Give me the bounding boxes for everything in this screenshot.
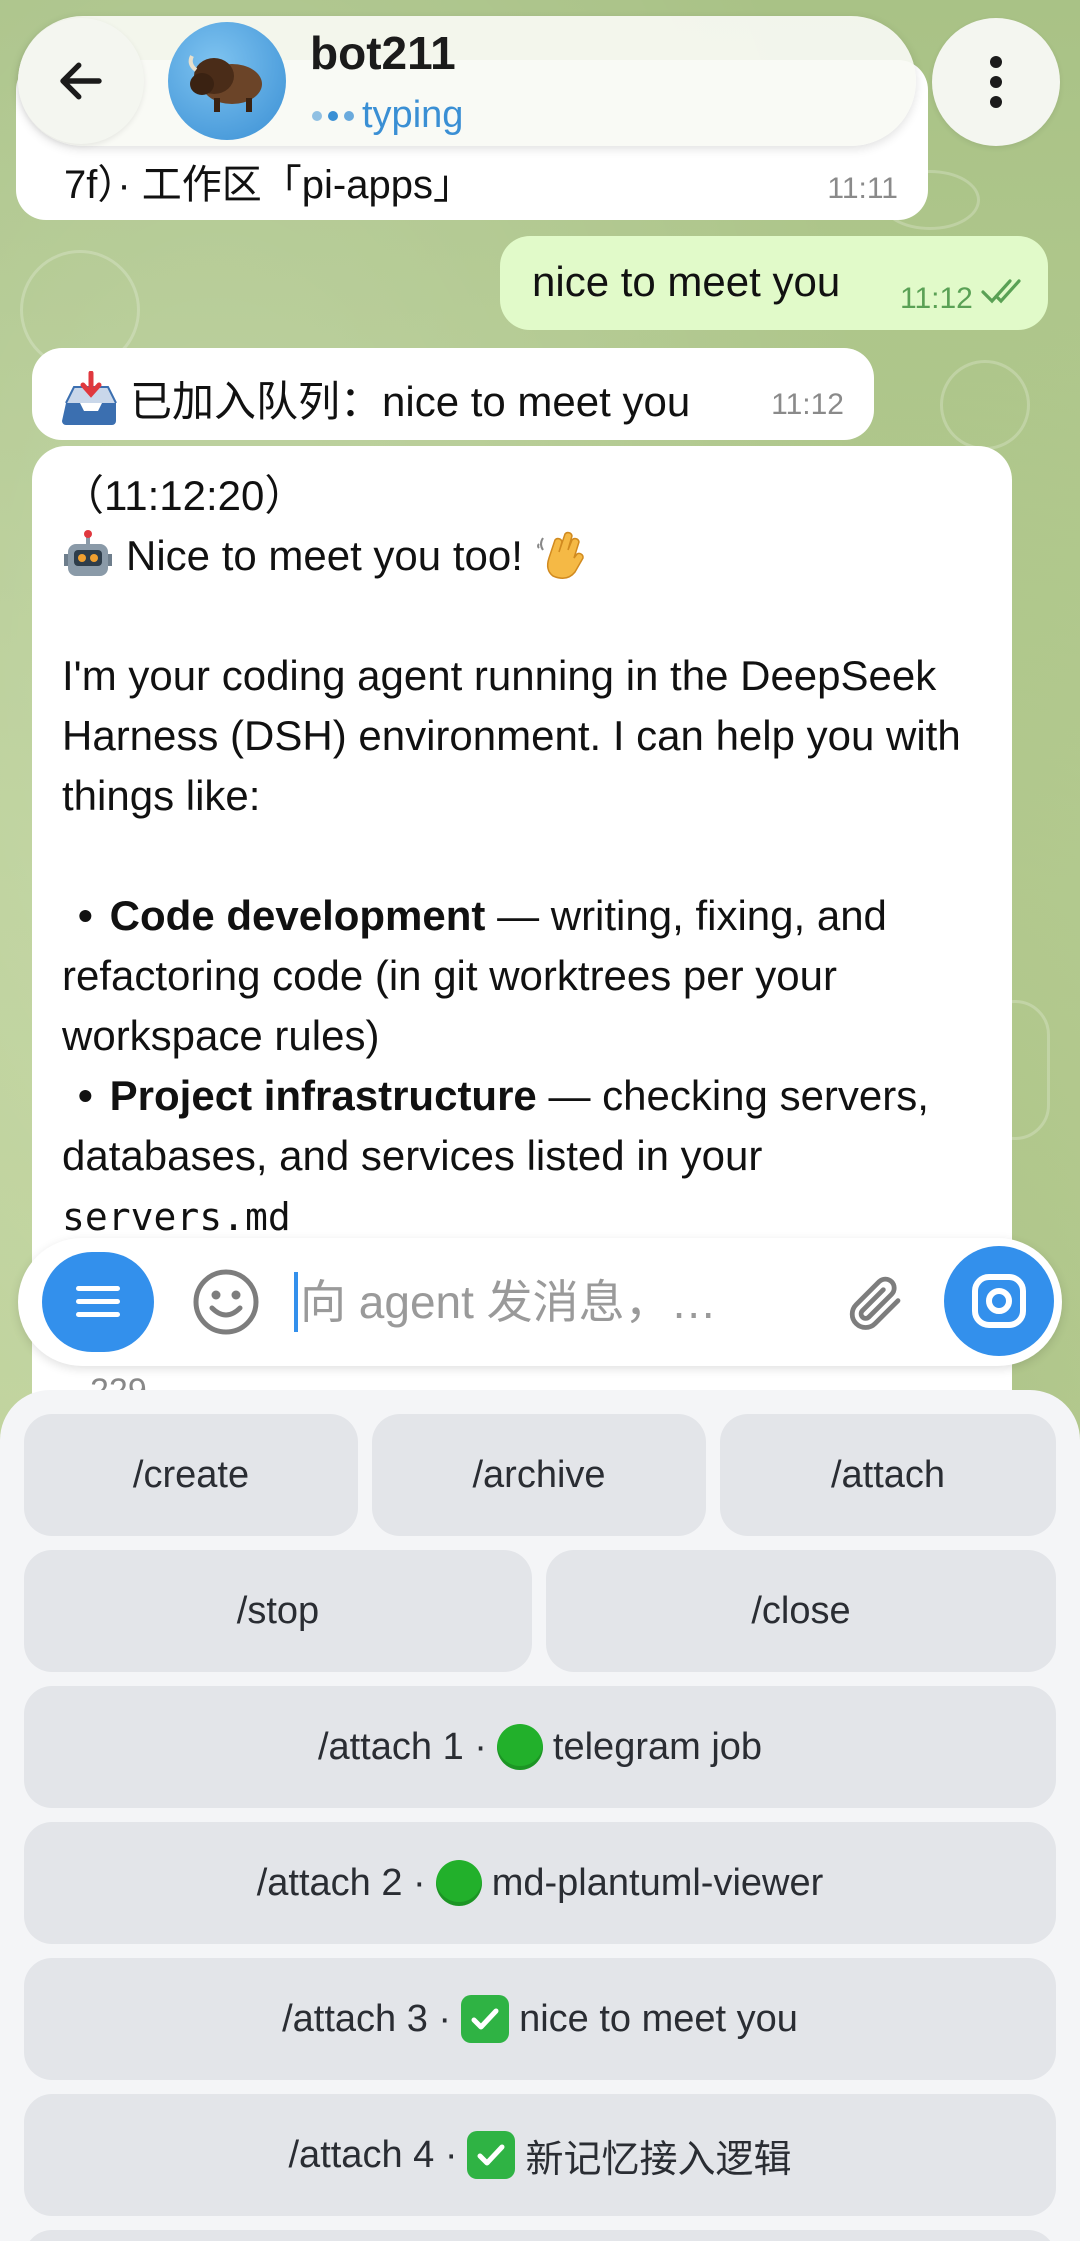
button-label: /attach 4 · [288, 2133, 458, 2176]
message-text: 已加入队列：nice to meet you [130, 378, 691, 425]
bullet-title: Project infrastructure [109, 1072, 537, 1119]
chat-header[interactable] [18, 16, 916, 146]
button-label: /attach 1 · [317, 1725, 487, 1768]
message-time: 11:12 [900, 282, 973, 315]
bullet-item: • Project infrastructure — checking serv… [62, 1066, 992, 1247]
message-composer [18, 1238, 1062, 1366]
button-label-name: nice to meet you [519, 1997, 798, 2040]
button-label-name: telegram job [552, 1725, 763, 1768]
intro-paragraph: I'm your coding agent running in the Dee… [62, 652, 961, 819]
button-label: /archive [472, 1453, 606, 1496]
bullet-dot: • [78, 1072, 93, 1119]
waving-hand-icon [536, 531, 584, 579]
command-create-button[interactable]: /create [24, 1414, 358, 1536]
robot-icon [64, 530, 112, 576]
text-cursor [294, 1272, 298, 1332]
inline-code[interactable]: servers.md [62, 1195, 291, 1239]
bullet-dot: • [78, 892, 93, 939]
queue-message: 已加入队列：nice to meet you [62, 368, 690, 429]
typing-label: typing [362, 94, 464, 136]
smile-icon [193, 1269, 259, 1335]
arrow-left-icon [60, 62, 102, 100]
avatar[interactable] [168, 22, 286, 140]
command-stop-button[interactable]: /stop [24, 1550, 532, 1672]
more-vertical-icon [990, 56, 1002, 108]
more-options-button[interactable] [932, 18, 1060, 146]
double-check-icon [981, 279, 1021, 304]
button-label-name: md-plantuml-viewer [491, 1861, 824, 1904]
button-label-name: 新记忆接入逻辑 [525, 2138, 792, 2181]
message-input[interactable] [300, 1264, 820, 1340]
button-label: /stop [236, 1589, 320, 1632]
inbox-tray-icon [62, 370, 117, 425]
typing-status: typing [312, 94, 463, 137]
bullet-item: • Code development — writing, fixing, an… [62, 886, 992, 1066]
message-timestamp: （11:12:20） [62, 472, 307, 519]
message-bubble-outgoing[interactable]: nice to meet you 11:12 [500, 236, 1048, 330]
command-archive-button[interactable]: /archive [372, 1414, 706, 1536]
command-attach-button[interactable]: /attach [720, 1414, 1056, 1536]
command-attach-2-button[interactable]: /attach 2 · md-plantuml-viewer [24, 1822, 1056, 1944]
message-text: 7f）· 工作区「pi-apps」 [64, 163, 473, 207]
bullet-title: Code development [109, 892, 486, 939]
command-close-button[interactable]: /close [546, 1550, 1056, 1672]
green-circle-icon [435, 1860, 482, 1906]
bot-menu-button[interactable] [42, 1252, 154, 1352]
button-label: /attach 2 · [256, 1861, 426, 1904]
command-button-partial[interactable] [24, 2230, 1056, 2241]
check-mark-icon [461, 1995, 510, 2043]
camera-button[interactable] [944, 1246, 1054, 1356]
command-attach-1-button[interactable]: /attach 1 · telegram job [24, 1686, 1056, 1808]
button-label: /attach [830, 1453, 946, 1496]
message-time: 11:12 [771, 388, 844, 421]
button-label: /attach 3 · [282, 1997, 452, 2040]
greeting-text: Nice to meet you too! [126, 532, 523, 579]
greeting-line: Nice to meet you too! [62, 526, 992, 586]
message-text: nice to meet you [532, 258, 841, 305]
back-button[interactable] [18, 18, 144, 144]
command-attach-4-button[interactable]: /attach 4 · 新记忆接入逻辑 [24, 2094, 1056, 2216]
button-label: /close [751, 1589, 851, 1632]
check-mark-icon [467, 2131, 516, 2179]
paperclip-icon [849, 1276, 901, 1330]
green-circle-icon [496, 1724, 543, 1770]
message-time: 11:11 [827, 172, 898, 205]
command-attach-3-button[interactable]: /attach 3 · nice to meet you [24, 1958, 1056, 2080]
button-label: /create [132, 1453, 250, 1496]
message-bubble-queued[interactable]: 已加入队列：nice to meet you 11:12 [32, 348, 874, 440]
chat-title: bot211 [310, 27, 456, 79]
menu-icon [76, 1286, 120, 1317]
camera-icon [972, 1274, 1026, 1328]
message-body: （11:12:20） Nice to meet you too! I'm you… [62, 466, 992, 1247]
attach-button[interactable] [836, 1264, 912, 1340]
typing-dots-icon [312, 110, 354, 121]
emoji-button[interactable] [188, 1264, 264, 1340]
bison-icon [188, 55, 262, 112]
